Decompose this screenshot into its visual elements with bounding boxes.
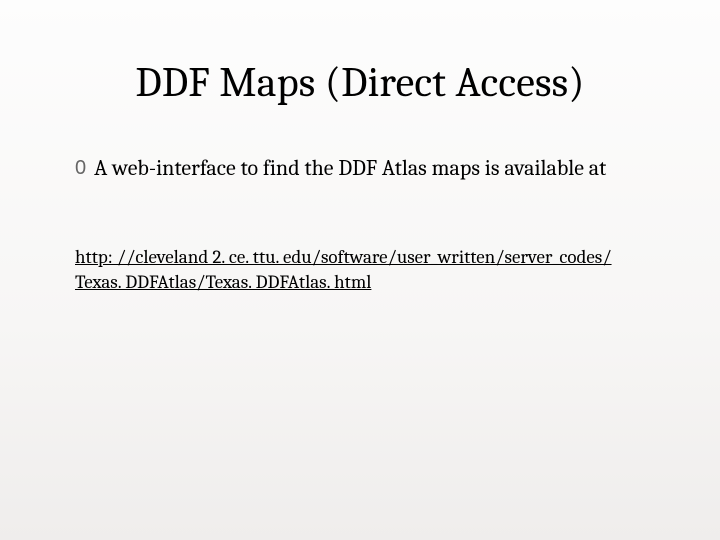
slide-title: DDF Maps (Direct Access) — [0, 58, 720, 107]
url-line-2: Texas. DDFAtlas/Texas. DDFAtlas. html — [75, 271, 371, 293]
bullet-item: 0 A web-interface to find the DDF Atlas … — [75, 155, 655, 183]
bullet-text: A web-interface to find the DDF Atlas ma… — [94, 155, 606, 183]
bullet-marker: 0 — [75, 155, 86, 181]
url-link[interactable]: http: //cleveland 2. ce. ttu. edu/softwa… — [75, 245, 655, 294]
slide: DDF Maps (Direct Access) 0 A web-interfa… — [0, 0, 720, 540]
body-text-block: 0 A web-interface to find the DDF Atlas … — [75, 155, 655, 183]
url-line-1: http: //cleveland 2. ce. ttu. edu/softwa… — [75, 246, 612, 268]
